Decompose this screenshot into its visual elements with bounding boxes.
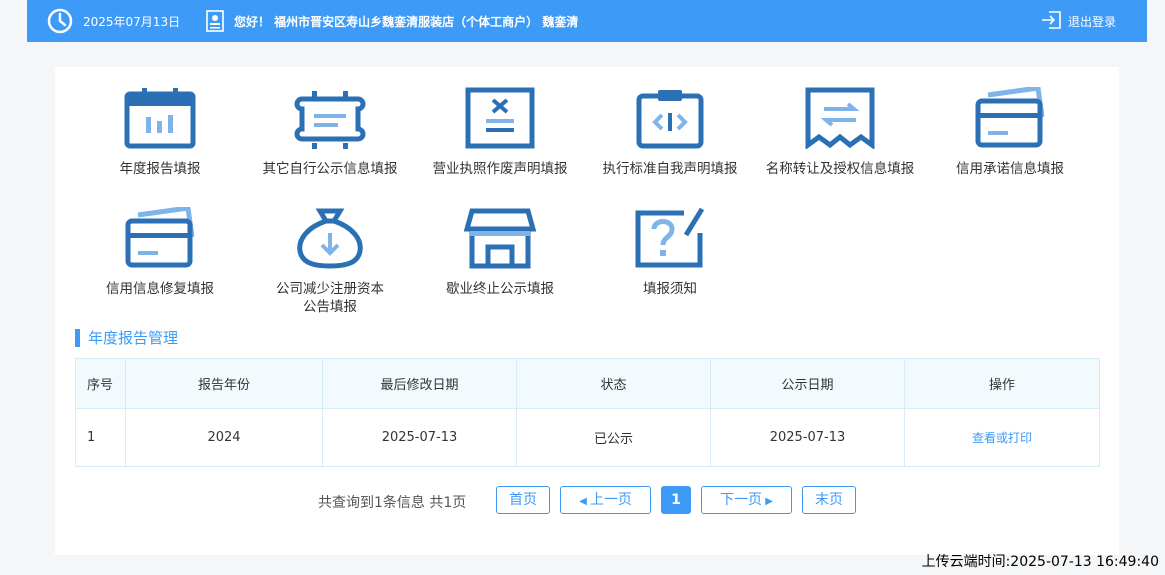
tile-label: 信用承诺信息填报	[956, 161, 1064, 177]
first-page-button[interactable]: 首页	[496, 486, 550, 514]
tile-label: 名称转让及授权信息填报	[765, 161, 915, 177]
money-bag-down-icon	[297, 208, 363, 269]
upload-time: 上传云端时间:2025-07-13 16:49:40	[921, 554, 1159, 570]
column-header: 报告年份	[125, 358, 323, 409]
column-header: 操作	[904, 358, 1100, 409]
section-title: 年度报告管理	[75, 329, 178, 347]
cell-index: 1	[75, 408, 126, 467]
tile-label: 填报须知	[643, 281, 697, 297]
message-board-icon	[294, 91, 366, 149]
credit-card-icon	[975, 87, 1045, 148]
tile-label: 歇业终止公示填报	[446, 281, 554, 297]
tile-filing-notice[interactable]: 填报须知	[585, 207, 755, 298]
pagination-info: 共查询到1条信息 共1页	[318, 495, 467, 511]
pagination: 共查询到1条信息 共1页 首页 ◀ 上一页 1 下一页 ▶ 末页	[0, 486, 1165, 514]
cell-published-date: 2025-07-13	[710, 408, 905, 467]
tile-license-void[interactable]: 营业执照作废声明填报	[415, 87, 585, 178]
tile-capital-reduction[interactable]: 公司减少注册资本 公告填报	[245, 207, 415, 316]
tile-credit-repair[interactable]: 信用信息修复填报	[75, 207, 245, 298]
tile-label: 其它自行公示信息填报	[262, 161, 398, 177]
column-header: 公示日期	[710, 358, 905, 409]
view-print-link[interactable]: 查看或打印	[972, 431, 1032, 445]
calendar-chart-icon	[124, 88, 196, 149]
current-page-button[interactable]: 1	[661, 486, 691, 514]
logout-button[interactable]: 退出登录	[1068, 13, 1116, 30]
tile-name-transfer[interactable]: 名称转让及授权信息填报	[755, 87, 925, 178]
column-header: 序号	[75, 358, 126, 409]
column-header: 状态	[516, 358, 711, 409]
annual-report-table: 序号 报告年份 最后修改日期 状态 公示日期 操作 1 2024 2025-07…	[75, 358, 1100, 467]
tile-credit-commitment[interactable]: 信用承诺信息填报	[925, 87, 1095, 178]
tile-label: 营业执照作废声明填报	[432, 161, 568, 177]
store-icon	[464, 208, 536, 269]
user-card-icon	[206, 10, 224, 36]
tile-label: 年度报告填报	[119, 161, 201, 177]
table-row: 1 2024 2025-07-13 已公示 2025-07-13 查看或打印	[75, 408, 1100, 467]
tile-other-disclosure[interactable]: 其它自行公示信息填报	[245, 87, 415, 178]
top-bar: 2025年07月13日 您好！ 福州市晋安区寿山乡魏銮清服装店（个体工商户） 魏…	[27, 0, 1147, 42]
user-greeting: 您好！ 福州市晋安区寿山乡魏銮清服装店（个体工商户） 魏銮清	[234, 15, 579, 29]
current-date: 2025年07月13日	[83, 15, 181, 29]
table-header-row: 序号 报告年份 最后修改日期 状态 公示日期 操作	[75, 358, 1100, 409]
cell-action: 查看或打印	[904, 408, 1100, 467]
logout-icon[interactable]	[1041, 11, 1061, 33]
tile-label: 执行标准自我声明填报	[602, 161, 738, 177]
tile-standard-declaration[interactable]: 执行标准自我声明填报	[585, 87, 755, 178]
document-x-icon	[465, 87, 535, 149]
cell-modified-date: 2025-07-13	[322, 408, 517, 467]
clipboard-code-icon	[636, 90, 704, 149]
last-page-button[interactable]: 末页	[802, 486, 856, 514]
next-page-button[interactable]: 下一页 ▶	[701, 486, 792, 514]
cell-report-year: 2024	[125, 408, 323, 467]
question-edit-icon	[635, 207, 705, 268]
tile-business-closure[interactable]: 歇业终止公示填报	[415, 207, 585, 298]
cell-status: 已公示	[516, 408, 711, 467]
tile-label: 公司减少注册资本 公告填报	[276, 281, 384, 315]
caret-left-icon: ◀	[579, 496, 590, 507]
credit-card-icon	[125, 207, 195, 268]
clock-icon	[46, 7, 74, 39]
column-header: 最后修改日期	[322, 358, 517, 409]
caret-right-icon: ▶	[762, 496, 773, 507]
transfer-ticket-icon	[805, 87, 875, 149]
prev-page-button[interactable]: ◀ 上一页	[560, 486, 651, 514]
tile-annual-report[interactable]: 年度报告填报	[75, 87, 245, 178]
tile-label: 信用信息修复填报	[106, 281, 214, 297]
